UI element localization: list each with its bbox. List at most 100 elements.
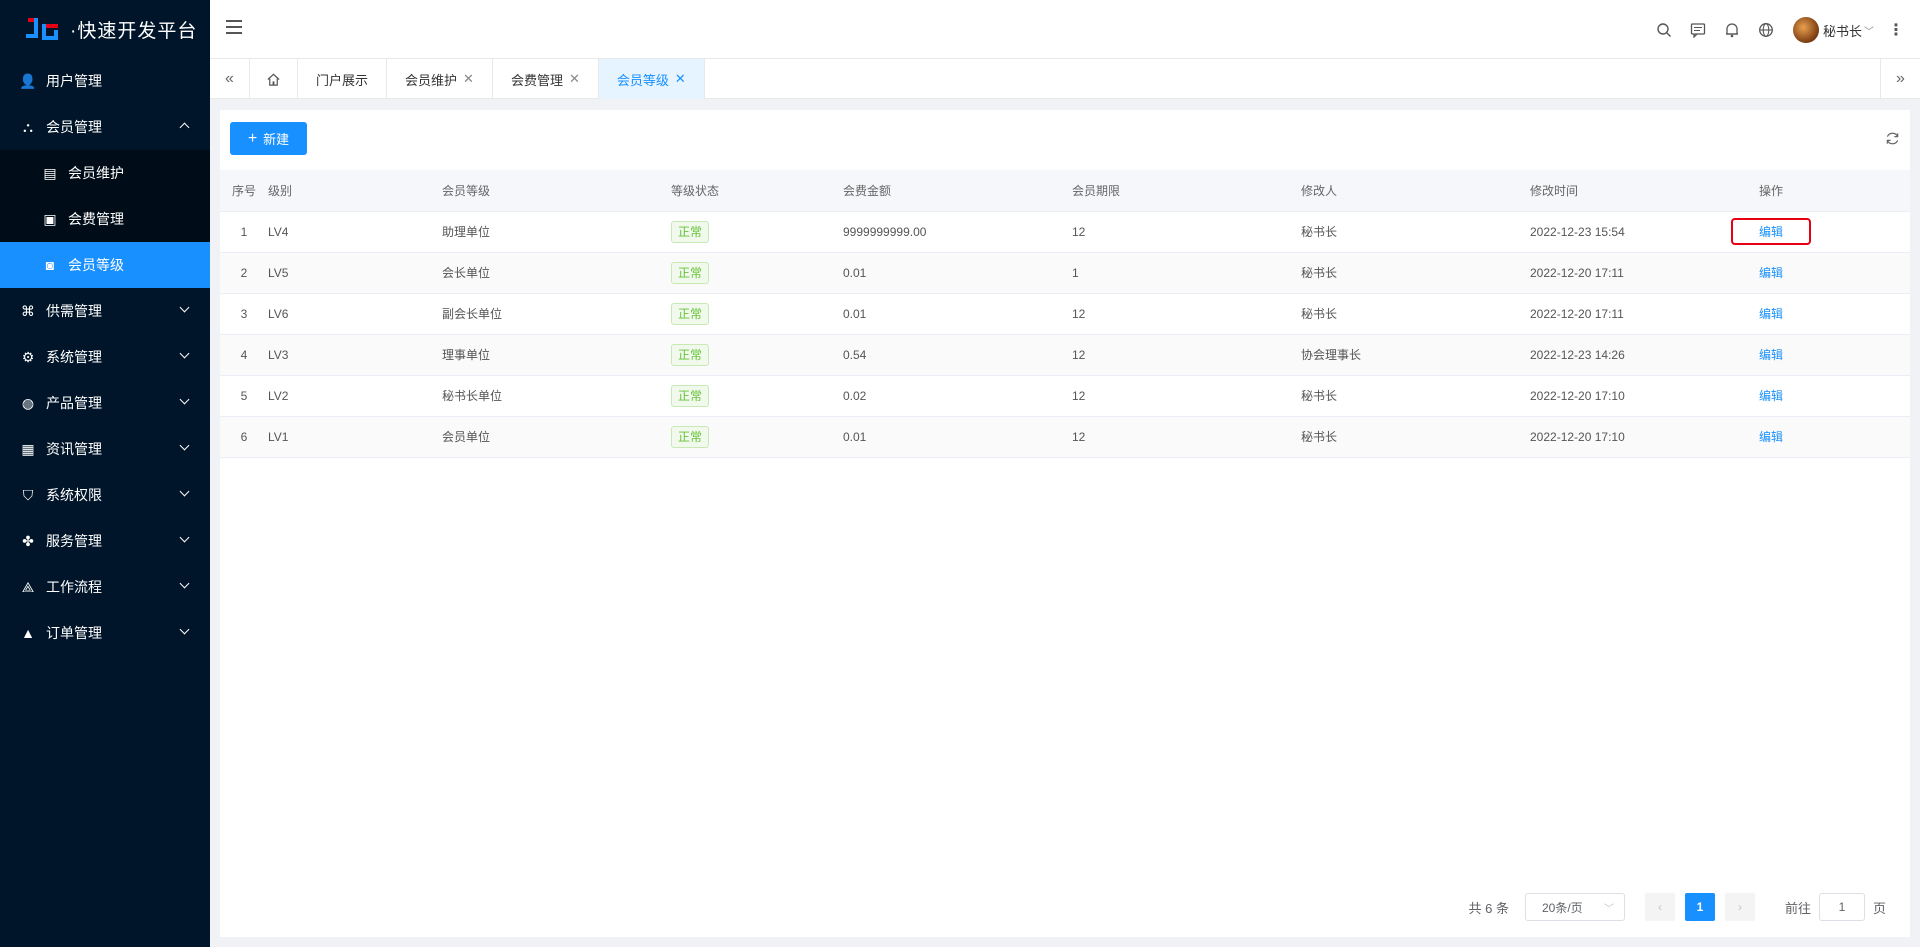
sidebar-item-label: 供需管理 xyxy=(46,303,102,319)
cell-status: 正常 xyxy=(671,211,843,253)
status-badge: 正常 xyxy=(671,261,710,284)
edit-link[interactable]: 编辑 xyxy=(1759,428,1783,445)
tab-home[interactable] xyxy=(250,59,298,99)
chevron-down-icon xyxy=(179,440,190,451)
sidebar-item[interactable]: ✤ 服务管理 xyxy=(0,518,210,564)
table-row: 3 LV6 副会长单位 正常 0.01 12 秘书长 2022-12-20 17:11 编辑 xyxy=(220,293,1910,335)
more-vertical-icon[interactable]: ⋮ xyxy=(1888,20,1904,40)
cell-level: LV1 xyxy=(268,416,442,458)
goto-label: 前往 xyxy=(1784,900,1811,916)
sidebar-item[interactable]: ⟁ 工作流程 xyxy=(0,564,210,610)
goto-suffix: 页 xyxy=(1872,900,1886,916)
add-button[interactable]: + 新建 xyxy=(230,122,307,155)
table-body: 1 LV4 助理单位 正常 9999999999.00 12 秘书长 2022-12-23 1… xyxy=(220,211,1910,458)
globe-icon[interactable] xyxy=(1757,21,1775,39)
menu-collapse-icon[interactable] xyxy=(226,20,242,36)
cell-grade: 理事单位 xyxy=(442,334,671,376)
cell-action: 编辑 xyxy=(1730,211,1910,253)
cell-level: LV6 xyxy=(268,293,442,335)
cell-index: 1 xyxy=(220,211,268,253)
cell-term: 12 xyxy=(1072,416,1301,458)
sidebar-item[interactable]: ▲ 订单管理 xyxy=(0,610,210,656)
next-page-button[interactable]: › xyxy=(1724,893,1755,921)
sidebar-item-label: 服务管理 xyxy=(46,533,102,549)
sidebar-item[interactable]: ⚙ 系统管理 xyxy=(0,334,210,380)
avatar[interactable] xyxy=(1792,17,1819,43)
edit-link[interactable]: 编辑 xyxy=(1730,218,1812,245)
chevron-down-icon xyxy=(179,578,190,589)
tabs-scroll-left-icon[interactable]: « xyxy=(210,59,250,99)
chevron-down-icon[interactable]: ﹀ xyxy=(1864,23,1874,38)
cell-grade: 秘书长单位 xyxy=(442,375,671,417)
cell-term: 12 xyxy=(1072,375,1301,417)
cell-modifier: 协会理事长 xyxy=(1301,334,1530,376)
sidebar-subitem[interactable]: ▣ 会费管理 xyxy=(0,196,210,242)
close-icon[interactable]: ✕ xyxy=(569,71,580,87)
table-row: 1 LV4 助理单位 正常 9999999999.00 12 秘书长 2022-12-23 1… xyxy=(220,211,1910,253)
page-size-select[interactable]: 20条/页 ﹀ xyxy=(1524,893,1625,921)
tab-label: 会费管理 xyxy=(510,72,563,88)
sidebar-subitem[interactable]: ▤ 会员维护 xyxy=(0,150,210,196)
sidebar-item[interactable]: ⛉ 系统权限 xyxy=(0,472,210,518)
tab-label: 门户展示 xyxy=(316,72,369,88)
cell-term: 1 xyxy=(1072,252,1301,294)
cell-time: 2022-12-20 17:11 xyxy=(1530,252,1759,294)
tabs-list: 门户展示 会员维护 ✕ 会费管理 ✕ 会员等级 ✕ xyxy=(298,59,705,99)
goto-page-input[interactable] xyxy=(1818,893,1865,921)
logo-icon xyxy=(24,12,64,46)
edit-link[interactable]: 编辑 xyxy=(1759,346,1783,363)
close-icon[interactable]: ✕ xyxy=(463,71,474,87)
close-icon[interactable]: ✕ xyxy=(675,71,686,87)
sidebar-item[interactable]: 👤 用户管理 xyxy=(0,58,210,104)
page-size-value: 20条/页 xyxy=(1541,900,1583,915)
tabs-scroll-right-icon[interactable]: » xyxy=(1880,59,1920,99)
search-icon[interactable] xyxy=(1655,21,1673,39)
cell-action: 编辑 xyxy=(1759,416,1910,458)
cell-action: 编辑 xyxy=(1759,293,1910,335)
user-icon: 👤 xyxy=(19,72,37,89)
col-header-modifier: 修改人 xyxy=(1301,170,1530,212)
table-row: 4 LV3 理事单位 正常 0.54 12 协会理事长 2022-12-23 14:26 编辑 xyxy=(220,334,1910,376)
sidebar-menu: 👤 用户管理 ⛬ 会员管理 ▤ 会员维护 ▣ 会费管理 ◙ 会员等级 ⌘ 供需管理 ⚙ 系统管理 ◍ 产品管理… xyxy=(0,58,210,656)
username[interactable]: 秘书长 xyxy=(1823,21,1862,40)
cell-time: 2022-12-23 14:26 xyxy=(1530,334,1759,376)
page-number-button[interactable]: 1 xyxy=(1684,893,1715,921)
sidebar-subitem[interactable]: ◙ 会员等级 xyxy=(0,242,210,288)
message-icon[interactable] xyxy=(1689,21,1707,39)
cell-modifier: 秘书长 xyxy=(1301,375,1530,417)
sidebar-subitem-label: 会费管理 xyxy=(68,211,124,227)
cell-time: 2022-12-20 17:10 xyxy=(1530,416,1759,458)
col-header-grade: 会员等级 xyxy=(442,170,671,212)
col-header-fee: 会费金额 xyxy=(843,170,1072,212)
edit-link[interactable]: 编辑 xyxy=(1759,264,1783,281)
refresh-icon[interactable] xyxy=(1884,130,1900,146)
sidebar-item[interactable]: ◍ 产品管理 xyxy=(0,380,210,426)
fee-icon: ▣ xyxy=(43,210,57,227)
edit-link[interactable]: 编辑 xyxy=(1759,305,1783,322)
header-actions: 秘书长 ﹀ ⋮ xyxy=(1639,16,1904,44)
sidebar-item[interactable]: ⛬ 会员管理 xyxy=(0,104,210,150)
tab[interactable]: 会员维护 ✕ xyxy=(387,59,493,99)
cell-modifier: 秘书长 xyxy=(1301,293,1530,335)
tab[interactable]: 会员等级 ✕ xyxy=(598,59,705,99)
sidebar-item[interactable]: ▦ 资讯管理 xyxy=(0,426,210,472)
col-header-index: 序号 xyxy=(220,170,268,212)
tab[interactable]: 会费管理 ✕ xyxy=(493,59,599,99)
tab-label: 会员等级 xyxy=(616,72,669,88)
status-badge: 正常 xyxy=(671,343,710,366)
table-row: 5 LV2 秘书长单位 正常 0.02 12 秘书长 2022-12-20 17:10 编辑 xyxy=(220,375,1910,417)
cell-time: 2022-12-23 15:54 xyxy=(1530,211,1759,253)
sidebar-item[interactable]: ⌘ 供需管理 xyxy=(0,288,210,334)
sidebar-item-label: 产品管理 xyxy=(46,395,102,411)
cell-index: 2 xyxy=(220,252,268,294)
chevron-right-icon: › xyxy=(1737,900,1742,914)
prev-page-button[interactable]: ‹ xyxy=(1644,893,1675,921)
sidebar-item-label: 订单管理 xyxy=(46,625,102,641)
cell-status: 正常 xyxy=(671,293,843,335)
cell-level: LV5 xyxy=(268,252,442,294)
cell-status: 正常 xyxy=(671,416,843,458)
bell-icon[interactable] xyxy=(1723,21,1741,39)
edit-link[interactable]: 编辑 xyxy=(1759,387,1783,404)
cell-status: 正常 xyxy=(671,252,843,294)
tab[interactable]: 门户展示 xyxy=(298,59,388,99)
